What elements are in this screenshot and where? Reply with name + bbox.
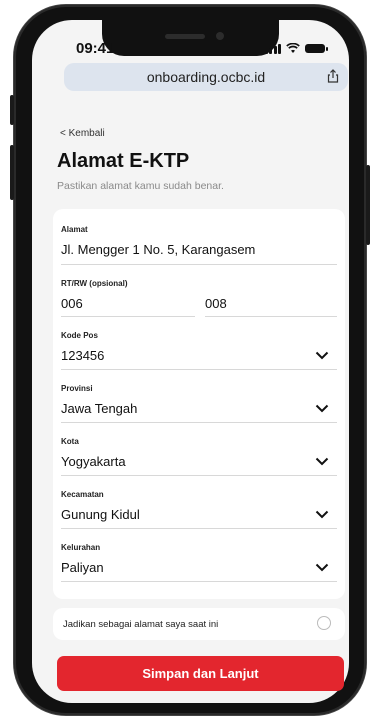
current-address-radio[interactable] [317, 616, 331, 630]
rt-input[interactable]: 006 [61, 296, 83, 311]
chevron-down-icon[interactable] [315, 563, 329, 572]
phone-side-button [10, 145, 14, 200]
status-time: 09:41 [76, 40, 115, 57]
field-underline [61, 369, 337, 370]
kode-pos-label: Kode Pos [61, 331, 98, 340]
wifi-icon [286, 43, 300, 53]
field-underline [61, 422, 337, 423]
phone-side-button [366, 165, 370, 245]
field-underline [205, 316, 337, 317]
page-title: Alamat E-KTP [57, 150, 190, 172]
page-subtitle: Pastikan alamat kamu sudah benar. [57, 180, 224, 192]
kota-label: Kota [61, 437, 79, 446]
field-underline [61, 581, 337, 582]
signal-icon [264, 43, 281, 54]
phone-side-button [10, 95, 14, 125]
alamat-input[interactable]: Jl. Mengger 1 No. 5, Karangasem [61, 242, 255, 257]
field-underline [61, 264, 337, 265]
field-underline [61, 528, 337, 529]
speaker [165, 34, 205, 39]
provinsi-label: Provinsi [61, 384, 93, 393]
kecamatan-label: Kecamatan [61, 490, 104, 499]
kota-select[interactable]: Yogyakarta [61, 454, 126, 469]
status-bar: 09:41 [32, 40, 349, 60]
camera [216, 32, 224, 40]
chevron-down-icon[interactable] [315, 510, 329, 519]
share-icon[interactable] [326, 69, 340, 83]
chevron-down-icon[interactable] [315, 457, 329, 466]
url-text: onboarding.ocbc.id [146, 69, 266, 85]
kode-pos-select[interactable]: 123456 [61, 348, 104, 363]
current-address-toggle-row[interactable]: Jadikan sebagai alamat saya saat ini [53, 608, 345, 640]
field-underline [61, 475, 337, 476]
browser-url-bar[interactable]: onboarding.ocbc.id [64, 63, 348, 91]
chevron-down-icon[interactable] [315, 351, 329, 360]
kelurahan-select[interactable]: Paliyan [61, 560, 104, 575]
kecamatan-select[interactable]: Gunung Kidul [61, 507, 140, 522]
back-link[interactable]: < Kembali [60, 128, 105, 139]
kelurahan-label: Kelurahan [61, 543, 101, 552]
address-form-card: Alamat Jl. Mengger 1 No. 5, Karangasem R… [53, 209, 345, 599]
rtrw-label: RT/RW (opsional) [61, 279, 128, 288]
provinsi-select[interactable]: Jawa Tengah [61, 401, 137, 416]
alamat-label: Alamat [61, 225, 88, 234]
field-underline [61, 316, 195, 317]
status-icons [264, 43, 328, 54]
save-and-continue-button[interactable]: Simpan dan Lanjut [57, 656, 344, 691]
current-address-label: Jadikan sebagai alamat saya saat ini [63, 619, 219, 630]
chevron-down-icon[interactable] [315, 404, 329, 413]
rw-input[interactable]: 008 [205, 296, 227, 311]
battery-icon [305, 44, 328, 53]
